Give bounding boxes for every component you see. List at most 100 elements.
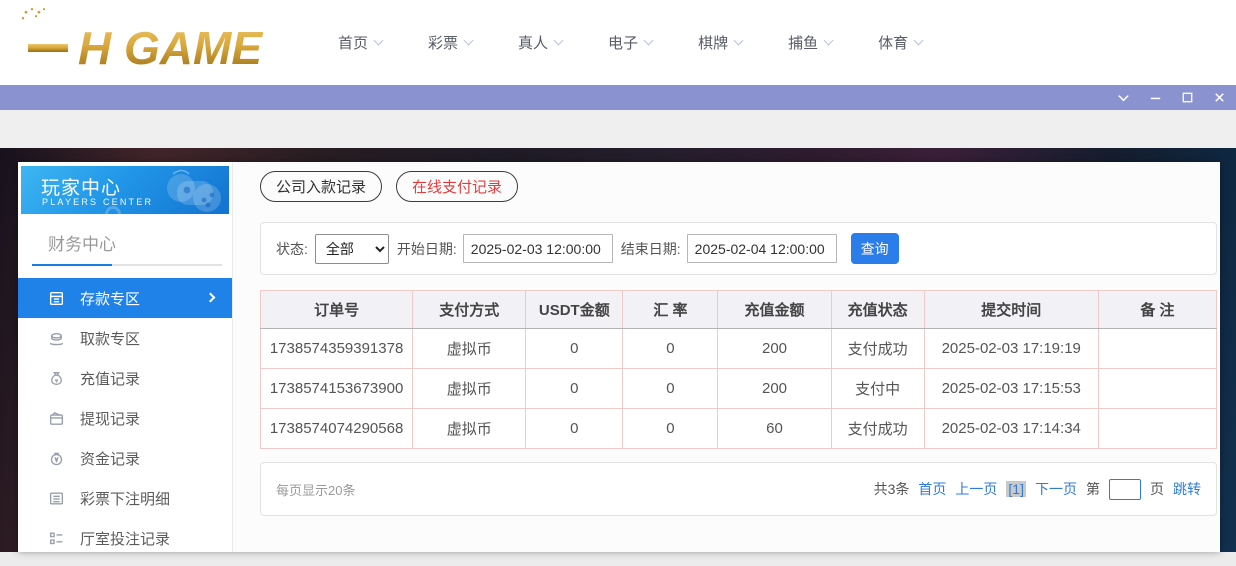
status-select[interactable]: 全部 [315, 234, 389, 264]
nav-label: 棋牌 [698, 32, 728, 53]
sidebar-section-title: 财务中心 [48, 230, 232, 255]
next-page-link[interactable]: 下一页 [1035, 479, 1077, 499]
tab-online-payment-records[interactable]: 在线支付记录 [396, 171, 518, 202]
cell-order-no: 1738574359391378 [261, 329, 413, 369]
start-date-input[interactable] [463, 234, 613, 263]
nav-item-cards[interactable]: 棋牌 [698, 32, 742, 53]
deposit-icon [48, 290, 65, 307]
cell-usdt-amount: 0 [526, 329, 623, 369]
sidebar-item-label: 存款专区 [80, 288, 140, 309]
chevron-right-icon [206, 293, 216, 303]
withdrawal-record-icon [48, 410, 65, 427]
nav-item-lottery[interactable]: 彩票 [428, 32, 472, 53]
cell-exchange-rate: 0 [623, 409, 718, 449]
cell-payment-method: 虚拟币 [413, 409, 526, 449]
current-page: [1] [1006, 481, 1026, 497]
cell-recharge-status: 支付成功 [831, 329, 924, 369]
chevron-down-icon [464, 36, 474, 46]
first-page-link[interactable]: 首页 [918, 479, 946, 499]
column-remark: 备 注 [1098, 291, 1216, 329]
withdraw-icon [48, 330, 65, 347]
tab-company-deposit-records[interactable]: 公司入款记录 [260, 171, 382, 202]
sidebar-menu: 存款专区 取款专区 充值记录 [18, 278, 232, 558]
hall-bets-icon [48, 530, 65, 547]
end-date-label: 结束日期: [621, 239, 681, 259]
end-date-input[interactable] [687, 234, 837, 263]
main-nav: 首页 彩票 真人 电子 棋牌 捕鱼 [338, 0, 922, 85]
total-count: 共3条 [874, 479, 910, 499]
nav-item-slots[interactable]: 电子 [608, 32, 652, 53]
jump-prefix: 第 [1086, 479, 1100, 499]
pagination-bar: 每页显示20条 共3条 首页 上一页 [1] 下一页 第 页 跳转 [260, 462, 1217, 516]
main-panel: 玩家中心 PLAYERS CENTER [18, 162, 1220, 552]
column-exchange-rate: 汇 率 [623, 291, 718, 329]
nav-item-sports[interactable]: 体育 [878, 32, 922, 53]
filter-bar: 状态: 全部 开始日期: 结束日期: 查询 [260, 222, 1217, 275]
window-close-icon[interactable] [1211, 89, 1228, 106]
logo-striped-h [28, 16, 68, 74]
gamepad-icon [109, 168, 227, 214]
cell-remark [1098, 329, 1216, 369]
window-titlebar [0, 85, 1236, 110]
logo-text: H GAME [78, 22, 263, 74]
lottery-bets-icon [48, 490, 65, 507]
cell-usdt-amount: 0 [526, 369, 623, 409]
sidebar-header: 玩家中心 PLAYERS CENTER [21, 166, 229, 214]
funds-record-icon [48, 450, 65, 467]
column-order-no: 订单号 [261, 291, 413, 329]
logo-graphic: H GAME [14, 6, 286, 76]
column-recharge-amount: 充值金额 [718, 291, 831, 329]
jump-suffix: 页 [1150, 479, 1164, 499]
status-label: 状态: [276, 239, 308, 259]
cell-remark [1098, 409, 1216, 449]
sidebar-item-label: 提现记录 [80, 408, 140, 429]
cell-remark [1098, 369, 1216, 409]
cell-recharge-status: 支付成功 [831, 409, 924, 449]
content-area: 公司入款记录 在线支付记录 状态: 全部 开始日期: 结束日期: 查询 [234, 162, 1220, 552]
jump-link[interactable]: 跳转 [1173, 479, 1201, 499]
pager: 共3条 首页 上一页 [1] 下一页 第 页 跳转 [874, 479, 1201, 500]
cell-submit-time: 2025-02-03 17:15:53 [924, 369, 1098, 409]
nav-label: 体育 [878, 32, 908, 53]
sidebar-item-recharge-record[interactable]: 充值记录 [18, 358, 232, 398]
window-controls [1115, 85, 1228, 110]
cell-recharge-amount: 200 [718, 369, 831, 409]
prev-page-link[interactable]: 上一页 [955, 479, 997, 499]
cell-order-no: 1738574153673900 [261, 369, 413, 409]
sidebar-item-lottery-bets[interactable]: 彩票下注明细 [18, 478, 232, 518]
cell-submit-time: 2025-02-03 17:14:34 [924, 409, 1098, 449]
start-date-label: 开始日期: [397, 239, 457, 259]
nav-label: 首页 [338, 32, 368, 53]
sidebar-item-hall-bets[interactable]: 厅室投注记录 [18, 518, 232, 558]
nav-label: 电子 [608, 32, 638, 53]
cell-recharge-amount: 60 [718, 409, 831, 449]
sidebar-item-withdrawal-record[interactable]: 提现记录 [18, 398, 232, 438]
nav-label: 捕鱼 [788, 32, 818, 53]
sidebar-item-deposit[interactable]: 存款专区 [18, 278, 232, 318]
sidebar-item-label: 资金记录 [80, 448, 140, 469]
nav-item-home[interactable]: 首页 [338, 32, 382, 53]
window-chevron-down-icon[interactable] [1115, 89, 1132, 106]
column-payment-method: 支付方式 [413, 291, 526, 329]
record-tabs: 公司入款记录 在线支付记录 [260, 171, 518, 202]
window-minimize-icon[interactable] [1147, 89, 1164, 106]
cell-payment-method: 虚拟币 [413, 329, 526, 369]
column-usdt-amount: USDT金额 [526, 291, 623, 329]
table-row: 1738574359391378 虚拟币 0 0 200 支付成功 2025-0… [261, 329, 1217, 369]
logo: H GAME [14, 6, 286, 81]
chevron-down-icon [644, 36, 654, 46]
section-underline [32, 264, 222, 266]
query-button[interactable]: 查询 [851, 233, 899, 264]
jump-page-input[interactable] [1109, 479, 1141, 500]
sidebar-item-funds-record[interactable]: 资金记录 [18, 438, 232, 478]
recharge-record-icon [48, 370, 65, 387]
nav-item-fishing[interactable]: 捕鱼 [788, 32, 832, 53]
sidebar-item-withdraw[interactable]: 取款专区 [18, 318, 232, 358]
table-row: 1738574074290568 虚拟币 0 0 60 支付成功 2025-02… [261, 409, 1217, 449]
column-submit-time: 提交时间 [924, 291, 1098, 329]
chevron-down-icon [824, 36, 834, 46]
nav-item-live[interactable]: 真人 [518, 32, 562, 53]
sidebar-item-label: 彩票下注明细 [80, 488, 170, 509]
cell-recharge-amount: 200 [718, 329, 831, 369]
window-maximize-icon[interactable] [1179, 89, 1196, 106]
